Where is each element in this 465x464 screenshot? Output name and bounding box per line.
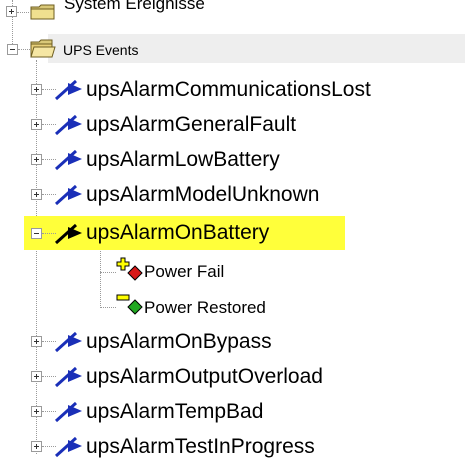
folder-open-icon (30, 39, 56, 58)
tree-line (17, 12, 29, 13)
tree-node-action[interactable]: Power Fail (0, 256, 465, 290)
tree-node-event[interactable]: upsAlarmLowBattery (0, 142, 465, 176)
event-label: upsAlarmGeneralFault (86, 113, 297, 136)
expand-toggle[interactable] (31, 371, 42, 382)
tree-line (18, 49, 30, 50)
event-label: upsAlarmModelUnknown (86, 183, 320, 206)
event-label: upsAlarmOutputOverload (86, 365, 323, 388)
expand-toggle[interactable] (31, 154, 42, 165)
trap-arrow-icon (54, 366, 82, 388)
tree-node-event[interactable]: upsAlarmOnBypass (0, 324, 465, 358)
event-label: upsAlarmOnBattery (86, 221, 270, 244)
collapse-toggle[interactable] (7, 44, 18, 55)
event-label: upsAlarmTempBad (86, 400, 264, 423)
expand-toggle[interactable] (31, 441, 42, 452)
trap-arrow-icon (54, 149, 82, 171)
action-label: Power Fail (144, 262, 225, 281)
tree-node-label: System Ereignisse (64, 0, 205, 13)
tree-node-system-ereignisse[interactable]: System Ereignisse (0, 0, 465, 34)
event-label: upsAlarmTestInProgress (86, 435, 315, 458)
tree-node-event[interactable]: upsAlarmModelUnknown (0, 177, 465, 211)
trap-arrow-icon (54, 223, 82, 245)
event-label: upsAlarmOnBypass (86, 330, 272, 353)
trap-arrow-icon (54, 401, 82, 423)
tree-node-ups-events[interactable]: UPS Events (0, 34, 465, 68)
collapse-toggle[interactable] (31, 228, 42, 239)
tree-node-event[interactable]: upsAlarmOutputOverload (0, 359, 465, 393)
event-label: upsAlarmCommunicationsLost (86, 78, 371, 101)
tree-node-event-expanded[interactable]: upsAlarmOnBattery (0, 216, 465, 250)
expand-toggle[interactable] (31, 406, 42, 417)
trap-arrow-icon (54, 184, 82, 206)
tree-node-label: UPS Events (63, 42, 139, 58)
power-fail-icon (116, 257, 143, 281)
trap-arrow-icon (54, 331, 82, 353)
expand-toggle[interactable] (31, 336, 42, 347)
expand-toggle[interactable] (31, 84, 42, 95)
action-label: Power Restored (144, 298, 266, 317)
power-restored-icon (116, 294, 143, 315)
tree-node-action[interactable]: Power Restored (0, 290, 465, 324)
expand-toggle[interactable] (31, 119, 42, 130)
tree-node-event[interactable]: upsAlarmTempBad (0, 394, 465, 428)
expand-toggle[interactable] (6, 6, 17, 17)
trap-arrow-icon (54, 79, 82, 101)
event-label: upsAlarmLowBattery (86, 148, 280, 171)
tree-node-event[interactable]: upsAlarmTestInProgress (0, 429, 465, 463)
folder-icon (30, 4, 55, 20)
trap-arrow-icon (54, 436, 82, 458)
tree-node-event[interactable]: upsAlarmGeneralFault (0, 107, 465, 141)
tree-node-event[interactable]: upsAlarmCommunicationsLost (0, 72, 465, 106)
trap-arrow-icon (54, 114, 82, 136)
expand-toggle[interactable] (31, 189, 42, 200)
event-tree: System Ereignisse UPS Events upsAlarmCom… (0, 0, 465, 464)
